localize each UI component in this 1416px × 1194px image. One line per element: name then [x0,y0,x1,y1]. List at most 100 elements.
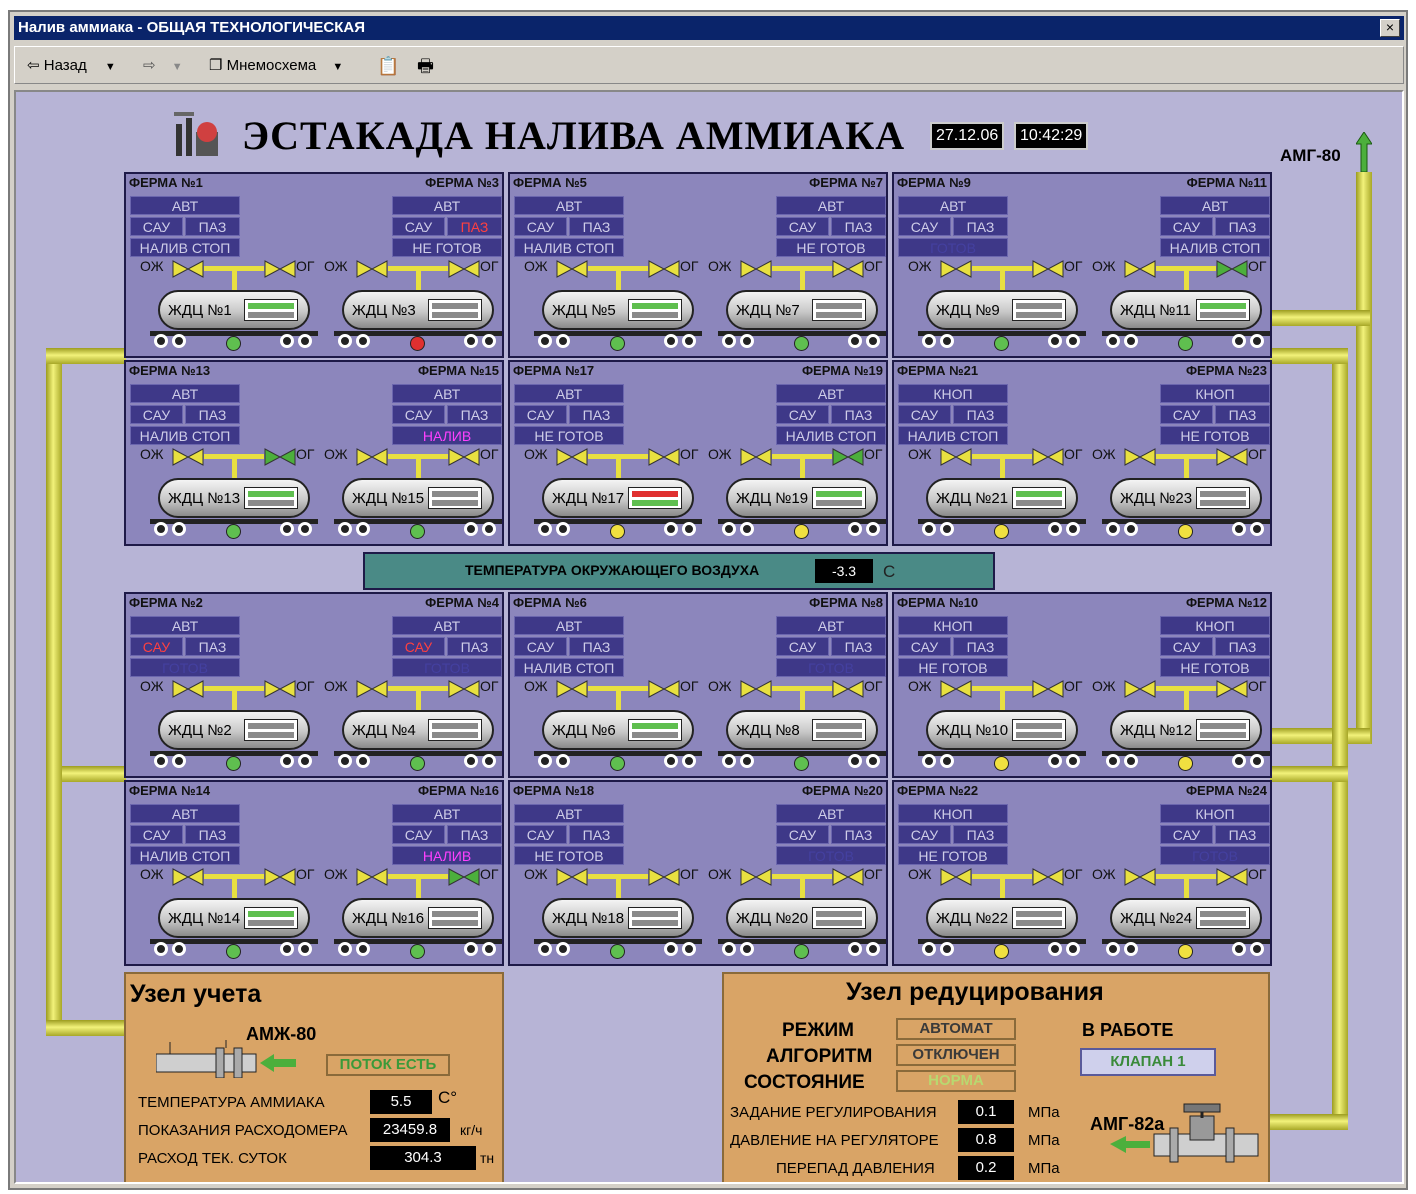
valve-icon[interactable] [1216,868,1248,886]
tank-car[interactable]: ЖДЦ №15 [342,478,494,518]
mode-indicator[interactable]: АВТ [392,384,502,403]
mode-indicator[interactable]: АВТ [130,384,240,403]
tank-car[interactable]: ЖДЦ №24 [1110,898,1262,938]
sau-indicator[interactable]: САУ [1160,405,1213,424]
sau-indicator[interactable]: САУ [898,405,951,424]
valve-icon[interactable] [832,260,864,278]
sau-indicator[interactable]: САУ [514,405,567,424]
sau-indicator[interactable]: САУ [392,637,445,656]
mode-indicator[interactable]: КНОП [898,384,1008,403]
close-button[interactable]: × [1380,19,1400,37]
state-indicator[interactable]: НАЛИВ СТОП [898,426,1008,445]
sau-indicator[interactable]: САУ [392,825,445,844]
paz-indicator[interactable]: ПАЗ [831,825,886,844]
valve-icon[interactable] [1124,680,1156,698]
forward-button[interactable]: ⇨ ▼ [143,55,183,77]
tank-car[interactable]: ЖДЦ №22 [926,898,1078,938]
paz-indicator[interactable]: ПАЗ [447,217,502,236]
mode-indicator[interactable]: АВТ [130,616,240,635]
valve-icon[interactable] [356,680,388,698]
tank-car[interactable]: ЖДЦ №4 [342,710,494,750]
valve-icon[interactable] [556,868,588,886]
valve-icon[interactable] [1216,680,1248,698]
mode-indicator[interactable]: АВТ [776,616,886,635]
mode-indicator[interactable]: КНОП [898,616,1008,635]
valve-icon[interactable] [556,260,588,278]
state-indicator[interactable]: ГОТОВ [776,846,886,865]
mode-indicator[interactable]: КНОП [898,804,1008,823]
tank-car[interactable]: ЖДЦ №10 [926,710,1078,750]
paz-indicator[interactable]: ПАЗ [831,637,886,656]
valve-icon[interactable] [1032,868,1064,886]
valve-icon[interactable] [448,680,480,698]
valve-icon[interactable] [832,680,864,698]
paz-indicator[interactable]: ПАЗ [569,637,624,656]
sau-indicator[interactable]: САУ [898,217,951,236]
sau-indicator[interactable]: САУ [514,825,567,844]
valve-icon[interactable] [832,448,864,466]
valve-icon[interactable] [556,680,588,698]
mode-indicator[interactable]: АВТ [392,616,502,635]
mode-indicator[interactable]: АВТ [776,804,886,823]
paz-indicator[interactable]: ПАЗ [953,637,1008,656]
tank-car[interactable]: ЖДЦ №12 [1110,710,1262,750]
paz-indicator[interactable]: ПАЗ [569,217,624,236]
valve-icon[interactable] [448,868,480,886]
tank-car[interactable]: ЖДЦ №21 [926,478,1078,518]
mode-indicator[interactable]: КНОП [1160,616,1270,635]
mode-indicator[interactable]: АВТ [898,196,1008,215]
state-indicator[interactable]: ГОТОВ [1160,846,1270,865]
chevron-down-icon[interactable]: ▼ [332,61,343,73]
mode-indicator[interactable]: АВТ [1160,196,1270,215]
valve-icon[interactable] [1032,260,1064,278]
tank-car[interactable]: ЖДЦ №13 [158,478,310,518]
clipboard-button[interactable]: 📋 [377,55,399,77]
sau-indicator[interactable]: САУ [776,217,829,236]
state-indicator[interactable]: НАЛИВ СТОП [514,238,624,257]
mode-indicator[interactable]: АВТ [776,384,886,403]
tank-car[interactable]: ЖДЦ №2 [158,710,310,750]
sau-indicator[interactable]: САУ [1160,217,1213,236]
tank-car[interactable]: ЖДЦ №11 [1110,290,1262,330]
valve-icon[interactable] [648,680,680,698]
valve-icon[interactable] [648,448,680,466]
sau-indicator[interactable]: САУ [514,637,567,656]
mode-indicator[interactable]: АВТ [514,384,624,403]
state-indicator[interactable]: ГОТОВ [392,658,502,677]
valve-icon[interactable] [556,448,588,466]
sau-indicator[interactable]: САУ [776,405,829,424]
valve-icon[interactable] [740,448,772,466]
state-indicator[interactable]: НЕ ГОТОВ [1160,426,1270,445]
paz-indicator[interactable]: ПАЗ [569,825,624,844]
state-indicator[interactable]: ГОТОВ [776,658,886,677]
tank-car[interactable]: ЖДЦ №23 [1110,478,1262,518]
chevron-down-icon[interactable]: ▼ [105,61,116,73]
tank-car[interactable]: ЖДЦ №3 [342,290,494,330]
valve-icon[interactable] [264,448,296,466]
tank-car[interactable]: ЖДЦ №8 [726,710,878,750]
mode-indicator[interactable]: АВТ [392,196,502,215]
paz-indicator[interactable]: ПАЗ [953,825,1008,844]
state-indicator[interactable]: НАЛИВ СТОП [130,238,240,257]
chevron-down-icon[interactable]: ▼ [172,61,183,73]
tank-car[interactable]: ЖДЦ №17 [542,478,694,518]
state-indicator[interactable]: НЕ ГОТОВ [514,426,624,445]
state-indicator[interactable]: НАЛИВ СТОП [776,426,886,445]
paz-indicator[interactable]: ПАЗ [1215,637,1270,656]
valve-icon[interactable] [1032,680,1064,698]
sau-indicator[interactable]: САУ [130,217,183,236]
valve-icon[interactable] [740,868,772,886]
valve-icon[interactable] [264,260,296,278]
tank-car[interactable]: ЖДЦ №20 [726,898,878,938]
valve-icon[interactable] [1124,260,1156,278]
state-indicator[interactable]: НАЛИВ СТОП [130,846,240,865]
valve-icon[interactable] [940,868,972,886]
state-indicator[interactable]: НЕ ГОТОВ [898,846,1008,865]
sau-indicator[interactable]: САУ [898,637,951,656]
state-indicator[interactable]: НЕ ГОТОВ [776,238,886,257]
valve-icon[interactable] [356,868,388,886]
paz-indicator[interactable]: ПАЗ [1215,825,1270,844]
mode-indicator[interactable]: АВТ [514,804,624,823]
paz-indicator[interactable]: ПАЗ [953,405,1008,424]
valve-icon[interactable] [356,448,388,466]
